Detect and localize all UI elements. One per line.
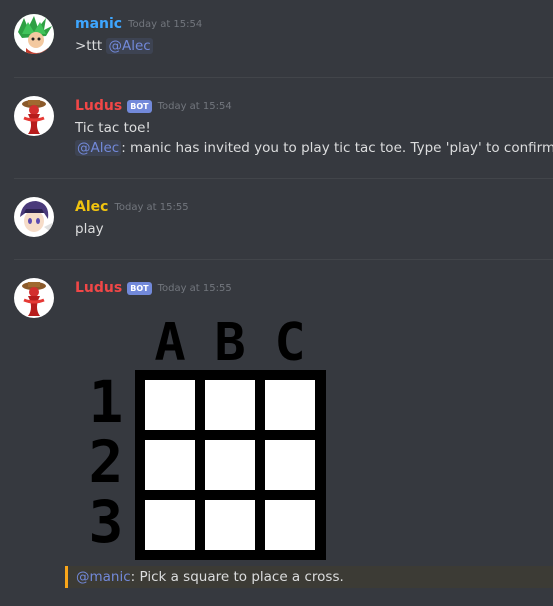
message-divider [14,77,553,78]
text-segment: : Pick a square to place a cross. [130,569,344,585]
avatar-manic[interactable] [14,14,54,54]
timestamp: Today at 15:55 [114,201,189,213]
purple-hair-anime-avatar-icon [14,197,54,237]
message-divider [14,259,553,260]
message-text: @Alec: manic has invited you to play tic… [75,140,553,156]
message-header: Ludus BOT Today at 15:55 [75,278,232,298]
board-cell [145,440,195,490]
column-label: B [214,313,245,373]
red-mascot-avatar-icon [14,278,54,318]
board-cell [265,440,315,490]
green-spiky-hair-avatar-icon [14,14,54,54]
tic-tac-toe-board: A B C 123 [89,313,326,560]
avatar-ludus[interactable] [14,96,54,136]
username[interactable]: manic [75,16,122,32]
board-cell [145,500,195,550]
avatar-ludus[interactable] [14,278,54,318]
mention[interactable]: @Alec [75,140,122,156]
timestamp: Today at 15:55 [157,282,232,294]
text-segment: : manic has invited you to play tic tac … [121,140,553,156]
username[interactable]: Ludus [75,98,122,114]
message-text: play [75,221,104,237]
avatar-alec[interactable] [14,197,54,237]
row-label: 1 [89,368,124,436]
message-text: >ttt @Alec [75,38,153,54]
message-text: Tic tac toe! [75,120,151,136]
row-label: 2 [89,428,124,496]
tic-tac-toe-board-image[interactable]: ABC 123 [82,310,326,560]
message-header: manic Today at 15:54 [75,14,202,34]
timestamp: Today at 15:54 [157,100,232,112]
bot-tag: BOT [127,99,152,113]
column-label: A [154,313,185,373]
board-cell [205,440,255,490]
username[interactable]: Ludus [75,280,122,296]
mention[interactable]: @Alec [106,38,153,54]
instruction-quote: @manic: Pick a square to place a cross. [65,566,553,588]
username[interactable]: Alec [75,199,108,215]
bot-tag: BOT [127,281,152,295]
text-segment: >ttt [75,38,107,54]
board-cell [145,380,195,430]
message-header: Alec Today at 15:55 [75,197,189,217]
board-cell [265,380,315,430]
board-cell [265,500,315,550]
message-divider [14,178,553,179]
board-cell [205,380,255,430]
row-label: 3 [89,488,124,556]
message-header: Ludus BOT Today at 15:54 [75,96,232,116]
mention[interactable]: @manic [76,569,131,585]
red-mascot-avatar-icon [14,96,54,136]
board-cell [205,500,255,550]
timestamp: Today at 15:54 [128,18,203,30]
column-label: C [274,313,305,373]
